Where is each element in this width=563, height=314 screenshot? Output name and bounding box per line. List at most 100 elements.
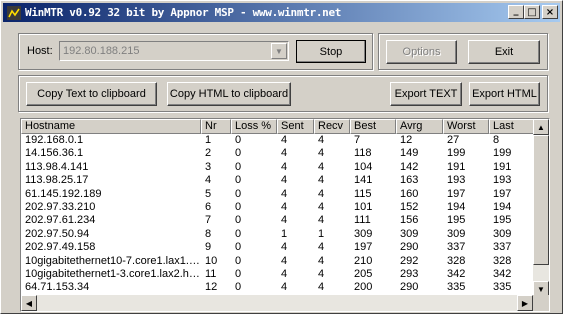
table-row[interactable]: 192.168.0.1 1 0 4 4 7 12 27 8 bbox=[21, 134, 535, 147]
table-row[interactable]: 113.98.4.141 3 0 4 4 104 142 191 191 bbox=[21, 161, 535, 174]
cell-nr: 8 bbox=[205, 227, 212, 240]
cell-loss: 0 bbox=[235, 174, 242, 187]
table-header: Hostname Nr Loss % Sent Recv Best Avrg W… bbox=[21, 119, 535, 134]
export-text-label: Export TEXT bbox=[394, 88, 458, 100]
cell-hostname: 113.98.4.141 bbox=[25, 160, 89, 173]
stop-button[interactable]: Stop bbox=[296, 40, 366, 63]
cell-last: 337 bbox=[493, 241, 512, 254]
trace-results-list[interactable]: Hostname Nr Loss % Sent Recv Best Avrg W… bbox=[20, 118, 550, 312]
options-label: Options bbox=[402, 46, 441, 58]
column-header-worst[interactable]: Worst bbox=[443, 119, 489, 134]
table-row[interactable]: 10gigabitethernet10-7.core1.lax1.he.... 1… bbox=[21, 255, 535, 268]
copy-text-button[interactable]: Copy Text to clipboard bbox=[26, 82, 157, 106]
host-combobox[interactable]: 192.80.188.215 ▼ bbox=[59, 41, 289, 61]
table-row[interactable]: 202.97.49.158 9 0 4 4 197 290 337 337 bbox=[21, 241, 535, 254]
export-html-button[interactable]: Export HTML bbox=[469, 82, 540, 106]
horizontal-scrollbar[interactable]: ◀ ▶ bbox=[21, 295, 533, 311]
cell-avrg: 160 bbox=[400, 187, 419, 200]
table-row[interactable]: 202.97.33.210 6 0 4 4 101 152 194 194 bbox=[21, 201, 535, 214]
cell-hostname: 113.98.25.17 bbox=[25, 174, 89, 187]
column-header-last[interactable]: Last bbox=[489, 119, 535, 134]
cell-avrg: 163 bbox=[400, 174, 419, 187]
cell-nr: 6 bbox=[205, 200, 212, 213]
cell-avrg: 290 bbox=[400, 281, 419, 294]
cell-loss: 0 bbox=[235, 214, 242, 227]
cell-best: 101 bbox=[354, 200, 373, 213]
cell-avrg: 149 bbox=[400, 147, 419, 160]
scroll-up-button[interactable]: ▲ bbox=[533, 119, 549, 135]
column-header-avrg[interactable]: Avrg bbox=[396, 119, 443, 134]
scroll-thumb[interactable] bbox=[533, 135, 549, 265]
cell-avrg: 142 bbox=[400, 160, 419, 173]
minimize-button[interactable]: _ bbox=[508, 5, 524, 19]
cell-hostname: 202.97.50.94 bbox=[25, 227, 90, 240]
cell-recv: 4 bbox=[318, 160, 325, 173]
cell-worst: 27 bbox=[447, 134, 460, 146]
column-header-loss[interactable]: Loss % bbox=[231, 119, 277, 134]
cell-worst: 194 bbox=[447, 200, 466, 213]
cell-last: 191 bbox=[493, 160, 512, 173]
exit-button[interactable]: Exit bbox=[468, 40, 540, 64]
minimize-icon: _ bbox=[513, 4, 519, 16]
table-row[interactable]: 14.156.36.1 2 0 4 4 118 149 199 199 bbox=[21, 147, 535, 160]
column-header-sent[interactable]: Sent bbox=[277, 119, 314, 134]
scroll-left-button[interactable]: ◀ bbox=[21, 295, 37, 311]
host-value: 192.80.188.215 bbox=[63, 45, 140, 57]
chevron-down-icon[interactable]: ▼ bbox=[271, 43, 287, 59]
column-header-recv[interactable]: Recv bbox=[314, 119, 350, 134]
table-row[interactable]: 10gigabitethernet1-3.core1.lax2.he.net 11… bbox=[21, 268, 535, 281]
cell-loss: 0 bbox=[235, 187, 242, 200]
cell-best: 115 bbox=[354, 187, 372, 200]
cell-hostname: 202.97.49.158 bbox=[25, 241, 96, 254]
export-text-button[interactable]: Export TEXT bbox=[390, 82, 462, 106]
cell-loss: 0 bbox=[235, 134, 242, 146]
app-icon bbox=[6, 5, 22, 20]
cell-hostname: 192.168.0.1 bbox=[25, 134, 84, 146]
table-body: 192.168.0.1 1 0 4 4 7 12 27 8 14.156.36.1 2 0 4 4 118 1… bbox=[21, 134, 535, 308]
cell-recv: 4 bbox=[318, 147, 325, 160]
cell-recv: 4 bbox=[318, 241, 325, 254]
cell-recv: 4 bbox=[318, 254, 325, 267]
cell-recv: 4 bbox=[318, 200, 325, 213]
cell-best: 111 bbox=[354, 214, 371, 227]
cell-nr: 5 bbox=[205, 187, 212, 200]
table-row[interactable]: 64.71.153.34 12 0 4 4 200 290 335 335 bbox=[21, 281, 535, 294]
table-row[interactable]: 113.98.25.17 4 0 4 4 141 163 193 193 bbox=[21, 174, 535, 187]
cell-recv: 4 bbox=[318, 267, 325, 280]
column-header-hostname[interactable]: Hostname bbox=[21, 119, 201, 134]
cell-recv: 4 bbox=[318, 214, 325, 227]
copy-html-button[interactable]: Copy HTML to clipboard bbox=[167, 82, 291, 106]
maximize-button[interactable]: □ bbox=[524, 5, 540, 19]
vertical-scrollbar[interactable]: ▲ ▼ bbox=[533, 119, 549, 297]
cell-avrg: 156 bbox=[400, 214, 419, 227]
stop-label: Stop bbox=[319, 45, 343, 58]
maximize-icon: □ bbox=[527, 6, 537, 18]
cell-sent: 4 bbox=[281, 241, 288, 254]
cell-worst: 337 bbox=[447, 241, 466, 254]
scroll-right-button[interactable]: ▶ bbox=[517, 295, 533, 311]
options-button[interactable]: Options bbox=[386, 40, 457, 64]
table-row[interactable]: 202.97.50.94 8 0 1 1 309 309 309 309 bbox=[21, 228, 535, 241]
cell-best: 205 bbox=[354, 267, 373, 280]
column-header-nr[interactable]: Nr bbox=[201, 119, 231, 134]
column-header-best[interactable]: Best bbox=[350, 119, 396, 134]
cell-loss: 0 bbox=[235, 160, 242, 173]
cell-avrg: 290 bbox=[400, 241, 419, 254]
cell-hostname: 64.71.153.34 bbox=[25, 281, 90, 294]
cell-loss: 0 bbox=[235, 227, 242, 240]
scrollbar-corner bbox=[533, 295, 549, 311]
table-row[interactable]: 61.145.192.189 5 0 4 4 115 160 197 197 bbox=[21, 188, 535, 201]
cell-sent: 4 bbox=[281, 187, 288, 200]
cell-last: 328 bbox=[493, 254, 512, 267]
cell-avrg: 12 bbox=[400, 134, 413, 146]
cell-sent: 4 bbox=[281, 214, 288, 227]
cell-avrg: 309 bbox=[400, 227, 419, 240]
cell-avrg: 152 bbox=[400, 200, 419, 213]
cell-worst: 335 bbox=[447, 281, 466, 294]
table-row[interactable]: 202.97.61.234 7 0 4 4 111 156 195 195 bbox=[21, 214, 535, 227]
close-button[interactable]: × bbox=[542, 5, 558, 19]
cell-nr: 3 bbox=[205, 160, 212, 173]
cell-nr: 1 bbox=[205, 134, 212, 146]
cell-last: 194 bbox=[493, 200, 512, 213]
title-bar[interactable]: WinMTR v0.92 32 bit by Appnor MSP - www.… bbox=[3, 3, 560, 22]
